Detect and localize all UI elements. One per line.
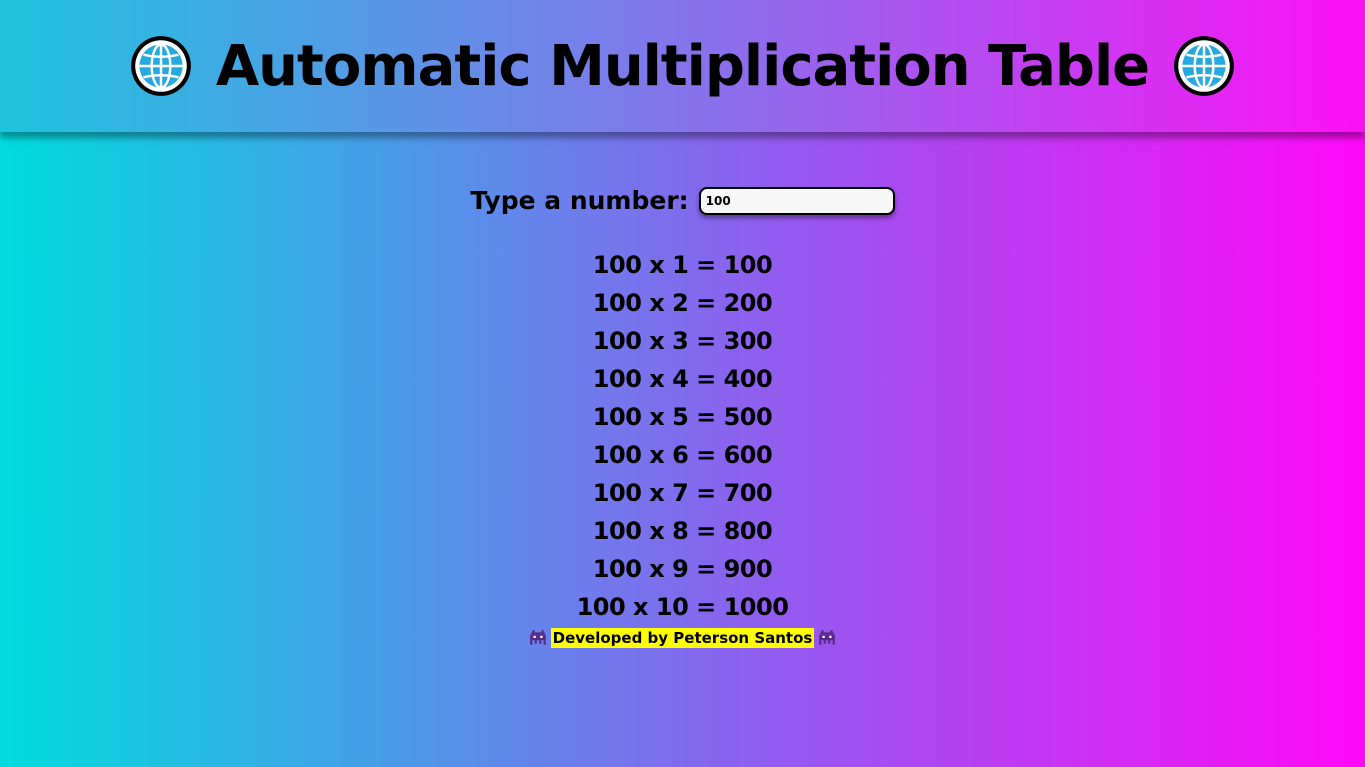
table-row: 100 x 6 = 600 [592, 441, 773, 469]
table-row: 100 x 7 = 700 [592, 479, 773, 507]
developer-credit: Developed by Peterson Santos [550, 628, 815, 648]
table-row: 100 x 10 = 1000 [576, 593, 789, 621]
alien-monster-icon [819, 630, 836, 645]
number-form: Type a number: [0, 186, 1365, 215]
globe-icon [1174, 36, 1235, 96]
number-input[interactable] [698, 186, 895, 215]
footer: Developed by Peterson Santos [0, 628, 1365, 648]
table-row: 100 x 8 = 800 [592, 517, 773, 545]
table-row: 100 x 4 = 400 [592, 365, 773, 393]
table-row: 100 x 9 = 900 [592, 555, 773, 583]
table-row: 100 x 3 = 300 [592, 327, 773, 355]
table-row: 100 x 2 = 200 [592, 289, 773, 317]
title-row: Automatic Multiplication Table [128, 33, 1237, 99]
globe-icon [130, 36, 191, 96]
table-row: 100 x 1 = 100 [592, 251, 773, 279]
number-label: Type a number: [470, 186, 689, 215]
page-header: Automatic Multiplication Table [0, 0, 1365, 132]
multiplication-table: 100 x 1 = 100 100 x 2 = 200 100 x 3 = 30… [0, 246, 1365, 626]
table-row: 100 x 5 = 500 [592, 403, 773, 431]
alien-monster-icon [529, 630, 546, 645]
page-title: Automatic Multiplication Table [215, 33, 1150, 99]
